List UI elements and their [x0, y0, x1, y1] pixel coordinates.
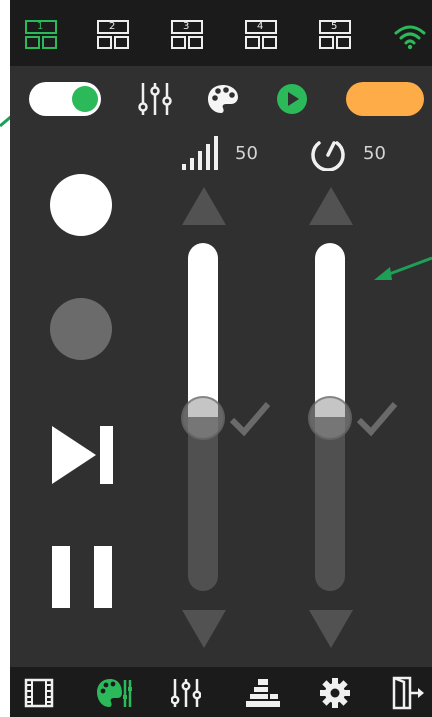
- slider-1-fill: [188, 243, 218, 417]
- exit-door-icon[interactable]: [392, 676, 426, 710]
- scene-tab-1[interactable]: 1: [25, 20, 57, 50]
- signal-bars-icon: [182, 136, 218, 170]
- palette-sliders-icon[interactable]: [96, 677, 132, 709]
- orange-action-button[interactable]: [346, 82, 424, 116]
- scene-tab-label: 2: [109, 21, 116, 32]
- check-icon: [229, 402, 271, 437]
- mixer-sliders-icon[interactable]: [171, 677, 201, 709]
- scene-tab-5[interactable]: 5: [319, 20, 351, 50]
- scene-tab-4[interactable]: 4: [245, 20, 277, 50]
- skip-next-icon[interactable]: [50, 424, 116, 486]
- wifi-icon[interactable]: [394, 24, 426, 50]
- slider-1-down-arrow[interactable]: [182, 610, 226, 648]
- film-icon[interactable]: [24, 678, 54, 708]
- scene-tab-label: 5: [331, 21, 338, 32]
- scene-tab-label: 3: [183, 21, 190, 32]
- slider-2-down-arrow[interactable]: [309, 610, 353, 648]
- slider-2-fill: [315, 243, 345, 417]
- record-gray-icon[interactable]: [50, 298, 112, 360]
- play-circle-icon[interactable]: [277, 84, 307, 114]
- bottom-bar: [10, 667, 432, 717]
- pause-icon[interactable]: [50, 546, 114, 608]
- top-bar: 1 2 3 4 5: [10, 0, 432, 66]
- slider-1-value: 50: [235, 143, 258, 164]
- mixer-sliders-icon[interactable]: [138, 81, 172, 117]
- scene-tab-3[interactable]: 3: [171, 20, 203, 50]
- check-icon: [356, 402, 398, 437]
- gear-icon[interactable]: [319, 677, 351, 709]
- toggle-knob: [72, 86, 98, 112]
- scene-tab-2[interactable]: 2: [97, 20, 129, 50]
- scene-tab-label: 1: [37, 21, 44, 32]
- slider-1-thumb[interactable]: [181, 396, 225, 440]
- slider-2-up-arrow[interactable]: [309, 187, 353, 225]
- slider-2-value: 50: [363, 143, 386, 164]
- palette-icon[interactable]: [206, 83, 240, 115]
- app-window: 1 2 3 4 5 50 50: [10, 0, 432, 717]
- annotation-arrow-right: [374, 256, 432, 280]
- slider-1-up-arrow[interactable]: [182, 187, 226, 225]
- stairs-icon[interactable]: [246, 677, 280, 709]
- slider-2-thumb[interactable]: [308, 396, 352, 440]
- speed-gauge-icon: [311, 141, 345, 171]
- enable-toggle[interactable]: [29, 82, 101, 116]
- scene-tab-label: 4: [257, 21, 264, 32]
- record-white-icon[interactable]: [50, 174, 112, 236]
